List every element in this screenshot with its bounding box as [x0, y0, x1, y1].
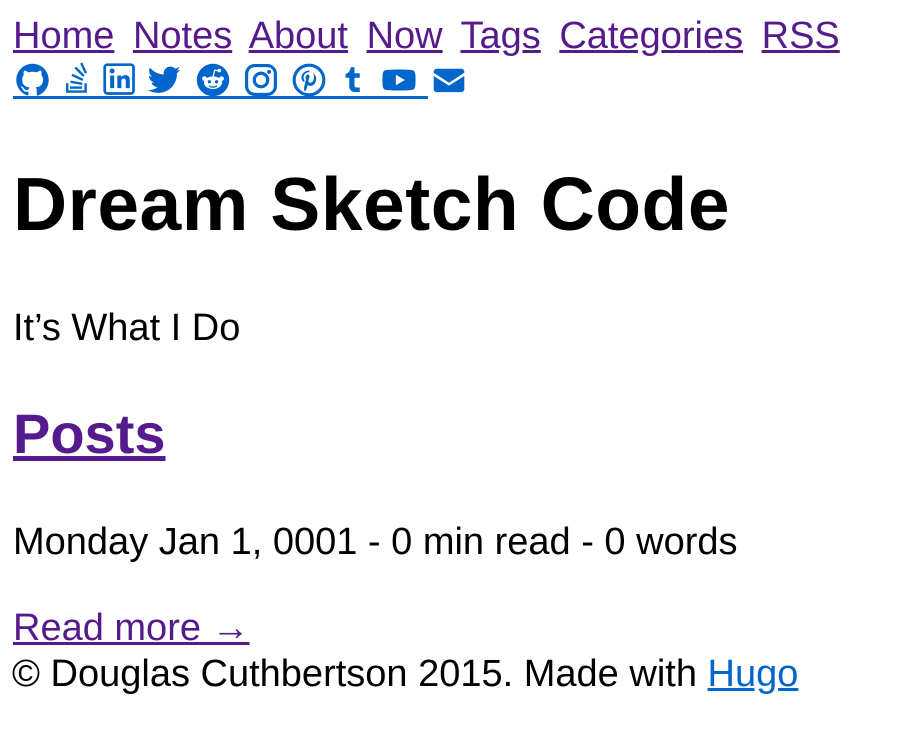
pinterest-icon	[292, 63, 326, 97]
reddit-icon	[196, 63, 230, 97]
social-links	[13, 62, 470, 102]
nav-categories-link[interactable]: Categories	[559, 15, 743, 57]
nav-rss-link[interactable]: RSS	[762, 15, 840, 57]
read-more-link[interactable]: Read more →	[13, 607, 250, 649]
read-more-container: Read more →	[13, 606, 250, 650]
github-icon	[16, 63, 49, 96]
footer-copyright: © Douglas Cuthbertson 2015. Made with	[12, 653, 708, 695]
site-title: Dream Sketch Code	[13, 162, 731, 246]
top-nav: Home Notes About Now Tags Categories RSS	[13, 14, 848, 58]
nav-notes-link[interactable]: Notes	[133, 15, 232, 57]
twitter-icon	[147, 66, 181, 93]
envelope-icon	[433, 68, 465, 93]
posts-link[interactable]: Posts	[13, 402, 166, 465]
nav-about-link[interactable]: About	[249, 15, 348, 57]
site-tagline: It’s What I Do	[13, 307, 241, 349]
hugo-link[interactable]: Hugo	[708, 653, 799, 695]
reddit-link[interactable]	[193, 62, 242, 99]
linkedin-icon	[103, 63, 135, 95]
footer: © Douglas Cuthbertson 2015. Made with Hu…	[12, 652, 798, 696]
email-link[interactable]	[428, 62, 470, 99]
instagram-icon	[245, 64, 277, 96]
youtube-link[interactable]	[378, 62, 428, 99]
linkedin-link[interactable]	[102, 62, 144, 99]
tumblr-link[interactable]	[338, 62, 378, 99]
tumblr-icon	[345, 67, 360, 92]
nav-now-link[interactable]: Now	[367, 15, 443, 57]
nav-tags-link[interactable]: Tags	[460, 15, 540, 57]
pinterest-link[interactable]	[289, 62, 338, 99]
instagram-link[interactable]	[242, 62, 289, 99]
stackoverflow-link[interactable]	[62, 62, 102, 99]
twitter-link[interactable]	[144, 62, 193, 99]
youtube-icon	[382, 69, 416, 91]
github-link[interactable]	[13, 62, 62, 99]
nav-home-link[interactable]: Home	[13, 15, 114, 57]
stackoverflow-icon	[66, 62, 88, 93]
post-meta: Monday Jan 1, 0001 - 0 min read - 0 word…	[13, 521, 738, 563]
posts-heading: Posts	[13, 402, 166, 466]
